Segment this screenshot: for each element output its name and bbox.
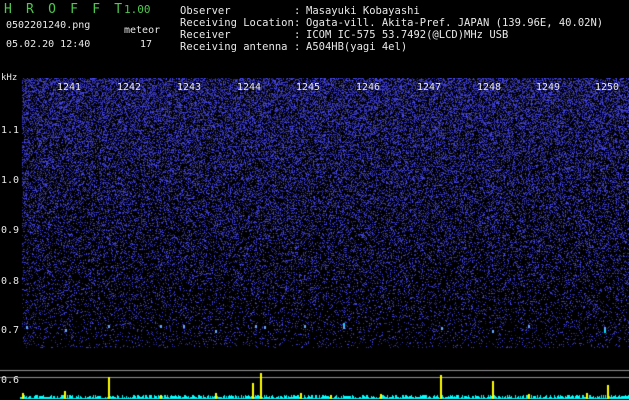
x-tick-label: 1243	[177, 82, 202, 93]
meteor-count: 17	[140, 39, 153, 50]
y-tick-label: 0.8	[1, 276, 20, 287]
app-version: 1.00	[124, 3, 151, 16]
x-tick-label: 1249	[536, 82, 561, 93]
antenna-label: Receiving antenna	[180, 41, 288, 53]
antenna-value: A504HB(yagi 4el)	[306, 41, 408, 53]
x-tick-label: 1246	[356, 82, 381, 93]
location-label: Receiving Location	[180, 17, 294, 29]
location-value: Ogata-vill. Akita-Pref. JAPAN (139.96E, …	[306, 17, 604, 29]
y-tick-label: 0.7	[1, 325, 20, 336]
spectrogram-canvas	[0, 78, 629, 400]
receiver-value: ICOM IC-575 53.7492(@LCD)MHz USB	[306, 29, 509, 41]
x-tick-label: 1242	[117, 82, 142, 93]
receiver-separator: :	[294, 29, 301, 41]
receiver-label: Receiver	[180, 29, 231, 41]
y-tick-label: 1.0	[1, 175, 20, 186]
x-tick-label: 1247	[417, 82, 442, 93]
x-tick-label: 1248	[477, 82, 502, 93]
app-title: H R O F F T	[4, 2, 126, 17]
filename-label: 0502201240.png	[6, 20, 91, 31]
y-tick-label: 1.1	[1, 125, 20, 136]
observer-label: Observer	[180, 5, 231, 17]
y-tick-label: 0.6	[1, 375, 20, 386]
y-unit-label: kHz	[1, 73, 18, 83]
antenna-separator: :	[294, 41, 301, 53]
x-tick-label: 1250	[595, 82, 620, 93]
datetime-label: 05.02.20 12:40	[6, 39, 91, 50]
location-separator: :	[294, 17, 301, 29]
y-tick-label: 0.9	[1, 225, 20, 236]
x-tick-label: 1245	[296, 82, 321, 93]
x-tick-label: 1244	[237, 82, 262, 93]
meteor-label: meteor	[124, 25, 161, 36]
x-tick-label: 1241	[57, 82, 82, 93]
observer-value: Masayuki Kobayashi	[306, 5, 420, 17]
observer-separator: :	[294, 5, 301, 17]
